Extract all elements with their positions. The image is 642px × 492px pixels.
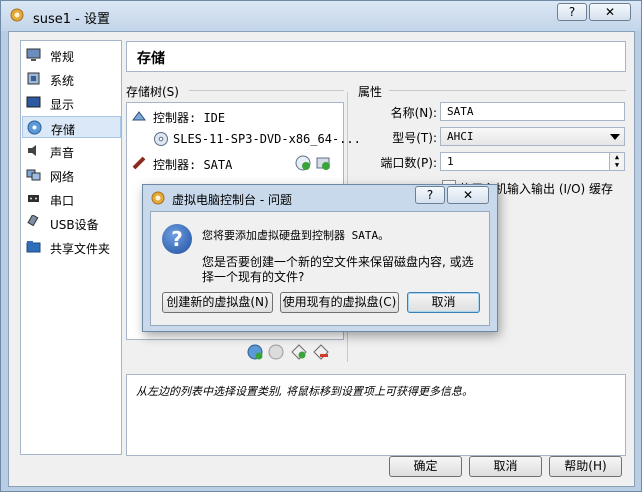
ok-button[interactable]: 确定 (389, 456, 462, 477)
type-select[interactable]: AHCI (440, 127, 625, 146)
sidebar-item-shared-folders[interactable]: 共享文件夹 (22, 236, 121, 258)
dialog-cancel-button[interactable]: 取消 (407, 292, 480, 313)
info-panel: 从左边的列表中选择设置类别, 将鼠标移到设置项上可获得更多信息。 (126, 374, 626, 456)
ports-stepper[interactable]: 1 ▲ ▼ (440, 152, 625, 171)
tree-row-label: SLES-11-SP3-DVD-x86_64-... (173, 132, 361, 146)
add-attachment-icon[interactable] (291, 344, 307, 360)
info-text: 从左边的列表中选择设置类别, 将鼠标移到设置项上可获得更多信息。 (136, 385, 473, 398)
type-value: AHCI (447, 130, 474, 143)
sidebar-item-label: USB设备 (50, 218, 99, 232)
ide-controller-icon (132, 111, 146, 121)
add-controller-icon[interactable] (247, 344, 263, 360)
window-title: suse1 - 设置 (33, 12, 111, 27)
title-bar[interactable]: suse1 - 设置 ? ✕ (1, 1, 641, 31)
sidebar-item-label: 共享文件夹 (50, 242, 111, 256)
remove-controller-icon[interactable] (268, 344, 284, 360)
type-label: 型号(T): (392, 131, 437, 145)
tree-row-label: 控制器: SATA (153, 158, 233, 172)
ports-label: 端口数(P): (380, 156, 437, 170)
name-label: 名称(N): (390, 106, 437, 120)
dialog-line-3: 择一个现有的文件? (202, 270, 305, 284)
ports-value: 1 (447, 155, 454, 168)
sidebar-item-label: 显示 (50, 98, 75, 112)
properties-label: 属性 (358, 85, 383, 99)
name-value: SATA (447, 105, 474, 118)
system-icon (27, 72, 40, 85)
dialog-line-1: 您将要添加虚拟硬盘到控制器 SATA。 (202, 229, 390, 242)
dialog-title: 虚拟电脑控制台 - 问题 (172, 193, 292, 207)
create-new-disk-button[interactable]: 创建新的虚拟盘(N) (162, 292, 273, 313)
settings-window: suse1 - 设置 ? ✕ 常规 系统 显示 存储 声音 网络 串口 USB设… (0, 0, 642, 492)
page-header: 存储 (126, 41, 626, 72)
dialog-close-button[interactable]: ✕ (447, 186, 489, 204)
name-field[interactable]: SATA (440, 102, 625, 121)
page-title: 存储 (137, 51, 165, 67)
storage-icon (27, 120, 42, 135)
tree-row-label: 控制器: IDE (153, 111, 226, 125)
remove-attachment-icon[interactable] (313, 344, 329, 360)
network-icon (26, 169, 41, 181)
usb-icon (27, 215, 39, 227)
settings-gear-icon (10, 8, 24, 22)
chevron-down-icon (610, 134, 620, 140)
sidebar-item-network[interactable]: 网络 (22, 164, 121, 186)
serial-port-icon (28, 195, 39, 202)
display-icon (26, 96, 41, 108)
sidebar-item-label: 网络 (50, 170, 75, 184)
settings-sidebar: 常规 系统 显示 存储 声音 网络 串口 USB设备 共享文件夹 (20, 40, 122, 455)
sidebar-item-serial-port[interactable]: 串口 (22, 188, 121, 210)
add-optical-drive-icon[interactable] (295, 155, 311, 171)
question-dialog: 虚拟电脑控制台 - 问题 ? ✕ ? 您将要添加虚拟硬盘到控制器 SATA。 您… (142, 184, 498, 332)
shared-folder-icon (26, 241, 41, 253)
settings-gear-icon (151, 191, 165, 205)
sidebar-item-audio[interactable]: 声音 (22, 140, 121, 162)
sidebar-item-general[interactable]: 常规 (22, 44, 121, 66)
sidebar-item-label: 串口 (50, 194, 75, 208)
title-help-button[interactable]: ? (557, 3, 587, 21)
sata-controller-icon (132, 156, 146, 170)
divider (389, 90, 626, 91)
sidebar-item-storage[interactable]: 存储 (22, 116, 121, 138)
title-close-button[interactable]: ✕ (589, 3, 631, 21)
help-button[interactable]: 帮助(H) (549, 456, 622, 477)
sidebar-item-label: 系统 (50, 74, 75, 88)
audio-icon (28, 145, 36, 156)
question-icon: ? (162, 224, 192, 254)
spin-arrows-icon[interactable]: ▲ ▼ (609, 153, 624, 170)
divider (189, 90, 344, 91)
dialog-help-button[interactable]: ? (415, 186, 445, 204)
storage-tree-label: 存储树(S) (126, 85, 179, 99)
use-existing-disk-button[interactable]: 使用现有的虚拟盘(C) (280, 292, 399, 313)
sidebar-item-label: 常规 (50, 50, 75, 64)
sidebar-item-usb[interactable]: USB设备 (22, 212, 121, 234)
sidebar-item-display[interactable]: 显示 (22, 92, 121, 114)
optical-disk-icon (154, 132, 168, 146)
add-hard-disk-icon[interactable] (315, 155, 331, 171)
sidebar-item-label: 存储 (51, 123, 76, 137)
dialog-client-area: ? 您将要添加虚拟硬盘到控制器 SATA。 您是否要创建一个新的空文件来保留磁盘… (150, 211, 490, 326)
sidebar-item-system[interactable]: 系统 (22, 68, 121, 90)
cancel-button[interactable]: 取消 (469, 456, 542, 477)
sidebar-item-label: 声音 (50, 146, 75, 160)
general-icon (26, 48, 41, 61)
